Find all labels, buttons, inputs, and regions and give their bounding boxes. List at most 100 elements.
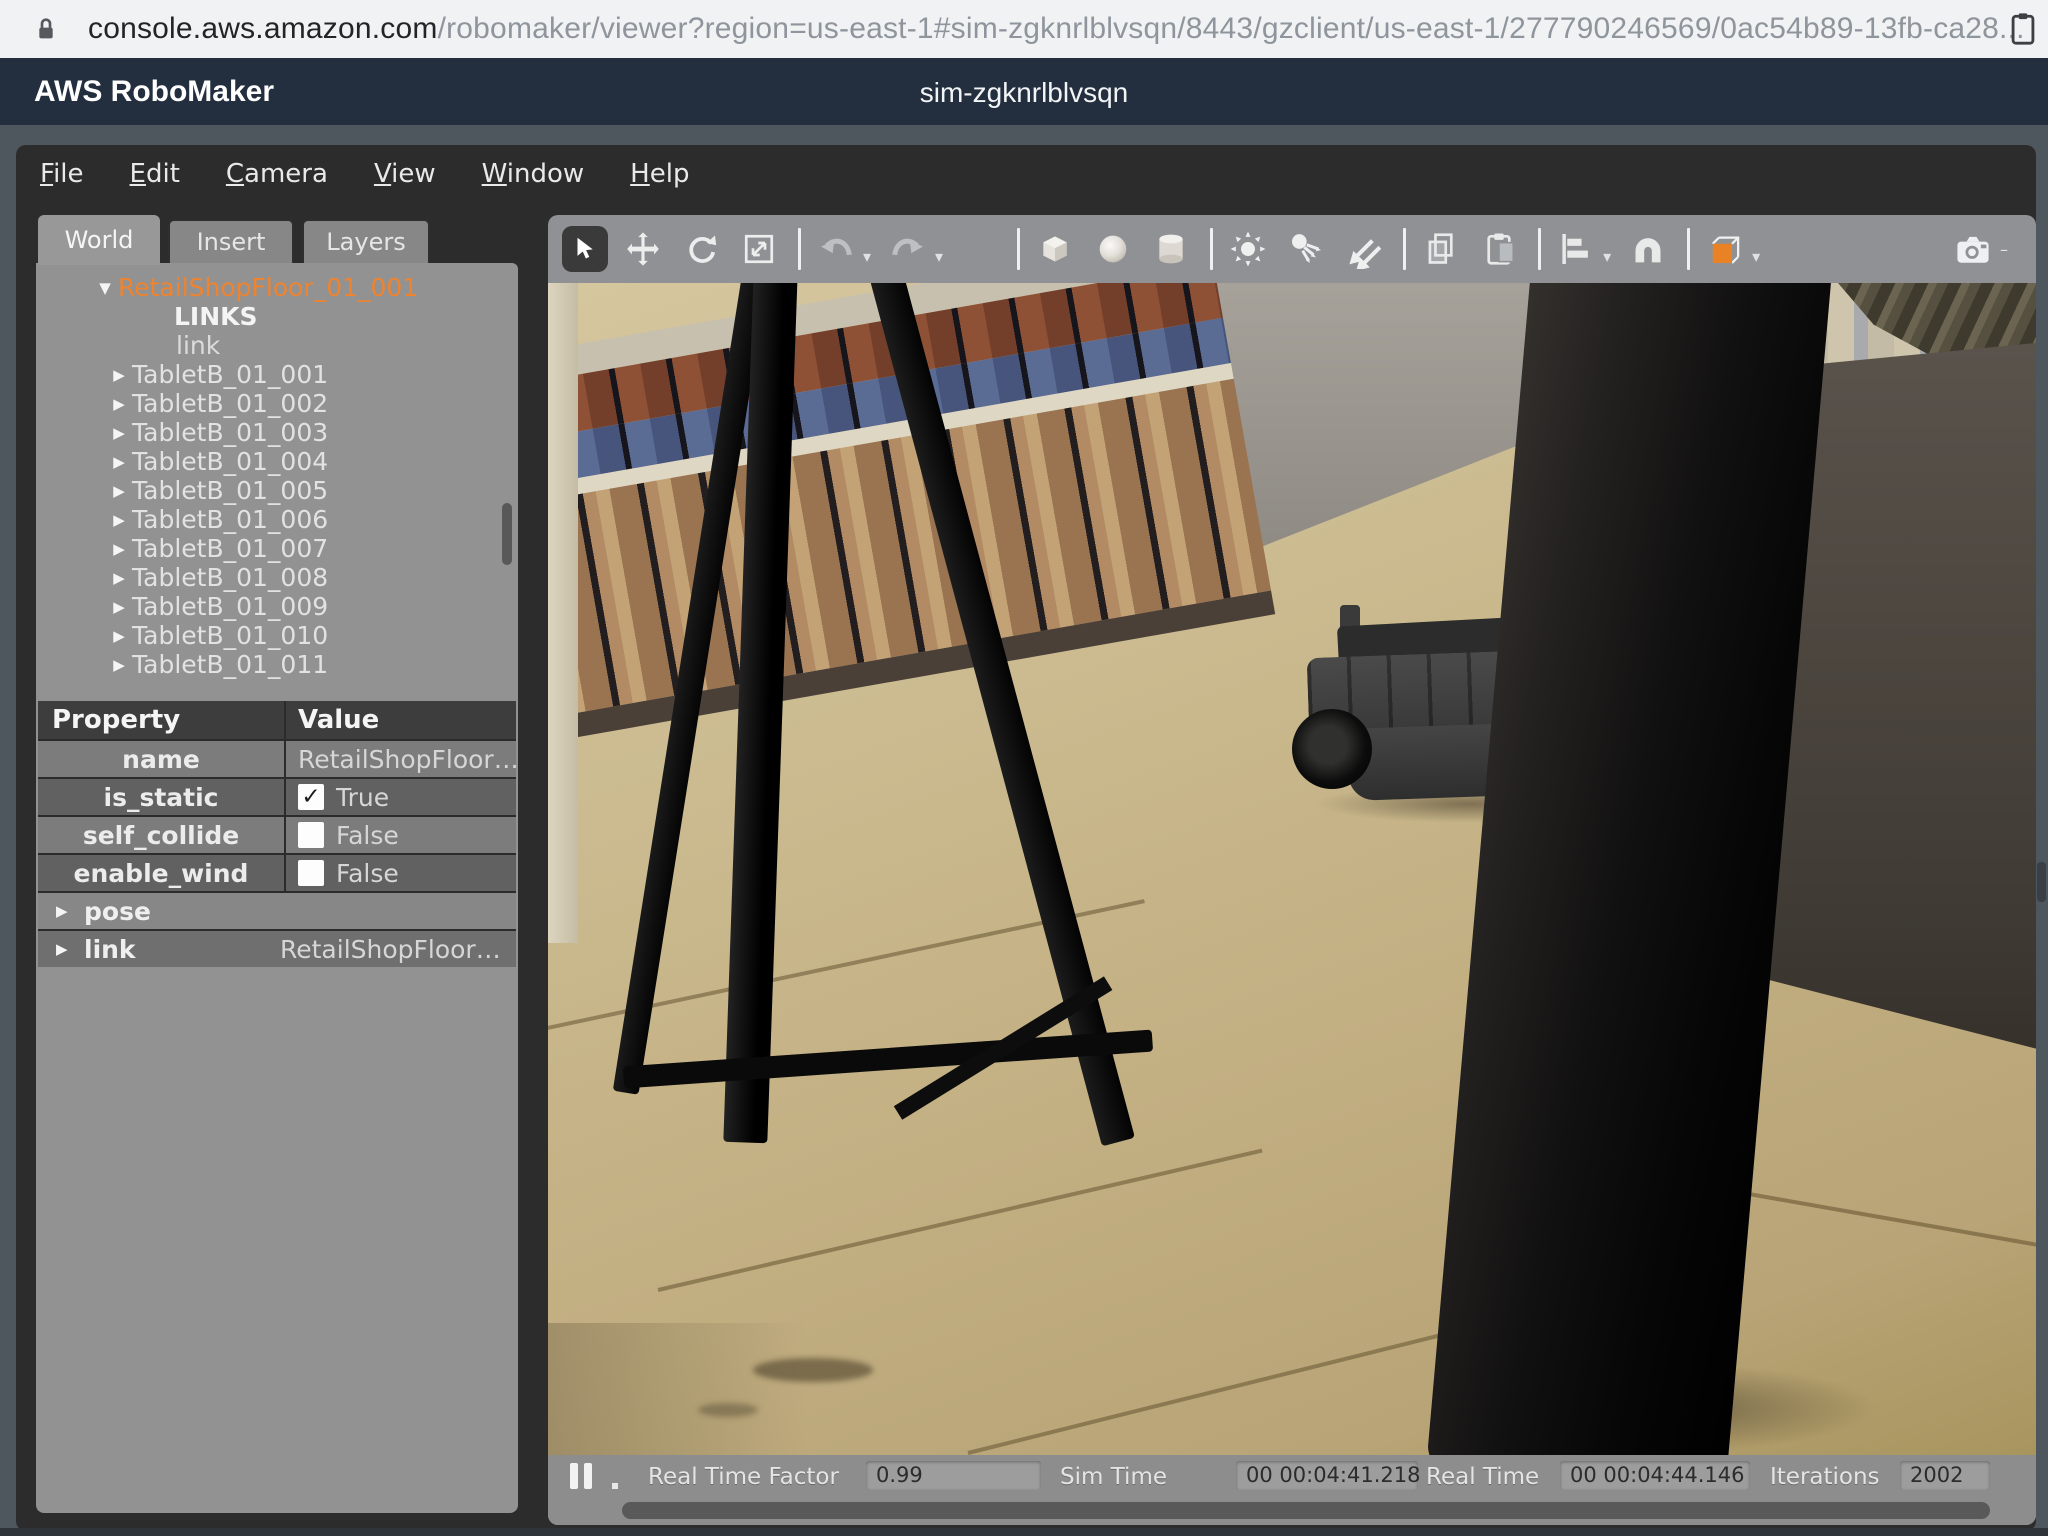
- clipboard-icon[interactable]: [2006, 10, 2040, 53]
- expand-arrow-icon[interactable]: ▶: [106, 453, 132, 471]
- tree-item-model[interactable]: ▶TabletB_01_002: [36, 389, 518, 418]
- undo-button[interactable]: [813, 226, 859, 272]
- scene-dark-column[interactable]: [1424, 283, 1833, 1455]
- floor-plank-seam: [658, 1149, 1263, 1292]
- value-column-header: Value: [286, 705, 516, 735]
- view-angle-dropdown-caret[interactable]: ▾: [1752, 247, 1760, 266]
- rtf-label: Real Time Factor: [648, 1464, 839, 1490]
- scale-tool-button[interactable]: [736, 226, 782, 272]
- align-tool-button[interactable]: [1553, 226, 1599, 272]
- tree-item-model[interactable]: ▶TabletB_01_001: [36, 360, 518, 389]
- redo-dropdown-caret[interactable]: ▾: [935, 247, 943, 266]
- tree-item-model[interactable]: ▶TabletB_01_011: [36, 650, 518, 679]
- menu-camera[interactable]: Camera: [226, 159, 328, 199]
- tab-layers[interactable]: Layers: [302, 219, 430, 263]
- tree-item-model[interactable]: ▶TabletB_01_009: [36, 592, 518, 621]
- real-time-value: 00 00:04:44.146: [1560, 1461, 1750, 1490]
- expand-arrow-icon[interactable]: ▶: [106, 627, 132, 645]
- menu-edit[interactable]: Edit: [130, 159, 180, 199]
- property-row-self-collide[interactable]: self_collide False: [38, 815, 516, 853]
- directional-light-button[interactable]: [1341, 226, 1387, 272]
- menu-help[interactable]: Help: [630, 159, 689, 199]
- tree-item-model[interactable]: ▶TabletB_01_005: [36, 476, 518, 505]
- property-row-enable-wind[interactable]: enable_wind False: [38, 853, 516, 891]
- page-scrollbar-thumb[interactable]: [2037, 862, 2046, 902]
- expand-arrow-icon[interactable]: ▶: [56, 940, 84, 958]
- url-text[interactable]: console.aws.amazon.com/robomaker/viewer?…: [88, 12, 2025, 46]
- floor-shadow: [548, 1323, 808, 1455]
- tree-item-root[interactable]: ▼RetailShopFloor_01_001: [36, 273, 518, 302]
- select-tool-button[interactable]: [562, 226, 608, 272]
- toolbar-separator: [798, 228, 801, 270]
- checkbox-checked[interactable]: ✓: [298, 784, 324, 810]
- expand-arrow-icon[interactable]: ▶: [106, 598, 132, 616]
- horizontal-scrollbar[interactable]: [548, 1497, 2036, 1525]
- step-button[interactable]: [612, 1483, 618, 1489]
- tree-item-model[interactable]: ▶TabletB_01_008: [36, 563, 518, 592]
- browser-url-bar[interactable]: console.aws.amazon.com/robomaker/viewer?…: [0, 0, 2048, 58]
- tree-scrollbar[interactable]: [502, 503, 512, 565]
- copy-button[interactable]: [1418, 226, 1464, 272]
- tree-item-model[interactable]: ▶TabletB_01_006: [36, 505, 518, 534]
- menu-view[interactable]: View: [374, 159, 436, 199]
- checkbox-unchecked[interactable]: [298, 860, 324, 886]
- gazebo-toolbar: ▾ ▾: [548, 215, 2036, 283]
- stool-crossbar[interactable]: [623, 1030, 1153, 1089]
- expand-arrow-icon[interactable]: ▶: [106, 482, 132, 500]
- rtf-value: 0.99: [866, 1461, 1041, 1490]
- insert-sphere-button[interactable]: [1090, 226, 1136, 272]
- insert-box-button[interactable]: [1032, 226, 1078, 272]
- property-row-link[interactable]: ▶linkRetailShopFloor…: [38, 929, 516, 967]
- expand-arrow-icon[interactable]: ▶: [106, 540, 132, 558]
- pause-button[interactable]: [570, 1463, 592, 1489]
- property-row-pose[interactable]: ▶pose: [38, 891, 516, 929]
- align-dropdown-caret[interactable]: ▾: [1603, 247, 1611, 266]
- expand-arrow-icon[interactable]: ▶: [106, 424, 132, 442]
- toolbar-separator: [1687, 228, 1690, 270]
- tree-item-link[interactable]: link: [36, 331, 518, 360]
- tree-item-model[interactable]: ▶TabletB_01_003: [36, 418, 518, 447]
- horizontal-scrollbar-thumb[interactable]: [622, 1502, 1990, 1519]
- screenshot-button[interactable]: [1950, 226, 1996, 272]
- gazebo-window: File Edit Camera View Window Help World …: [16, 145, 2036, 1531]
- expand-arrow-icon[interactable]: ▶: [56, 902, 84, 920]
- expand-arrow-icon[interactable]: ▶: [106, 511, 132, 529]
- lock-icon: [30, 13, 62, 50]
- view-angle-button[interactable]: [1702, 226, 1748, 272]
- toolbar-separator: [1210, 228, 1213, 270]
- expand-arrow-icon[interactable]: ▶: [106, 569, 132, 587]
- tree-item-model[interactable]: ▶TabletB_01_007: [36, 534, 518, 563]
- redo-button[interactable]: [885, 226, 931, 272]
- point-light-button[interactable]: [1225, 226, 1271, 272]
- sim-time-value: 00 00:04:41.218: [1236, 1461, 1418, 1490]
- menu-file[interactable]: File: [40, 159, 84, 199]
- insert-cylinder-button[interactable]: [1148, 226, 1194, 272]
- snap-tool-button[interactable]: [1625, 226, 1671, 272]
- checkbox-unchecked[interactable]: [298, 822, 324, 848]
- property-row-name[interactable]: name RetailShopFloor…: [38, 739, 516, 777]
- app-header: AWS RoboMaker sim-zgknrlblvsqn: [0, 58, 2048, 125]
- paste-button[interactable]: [1476, 226, 1522, 272]
- expand-arrow-icon[interactable]: ▶: [106, 395, 132, 413]
- rotate-tool-button[interactable]: [678, 226, 724, 272]
- tree-item-model[interactable]: ▶TabletB_01_010: [36, 621, 518, 650]
- simulation-title: sim-zgknrlblvsqn: [0, 77, 2048, 109]
- scene-pillar: [548, 283, 578, 943]
- menu-window[interactable]: Window: [482, 159, 585, 199]
- property-row-is-static[interactable]: is_static ✓True: [38, 777, 516, 815]
- undo-dropdown-caret[interactable]: ▾: [863, 247, 871, 266]
- expand-arrow-icon[interactable]: ▶: [106, 656, 132, 674]
- translate-tool-button[interactable]: [620, 226, 666, 272]
- tab-insert[interactable]: Insert: [168, 219, 294, 263]
- collapse-arrow-icon[interactable]: ▼: [92, 279, 118, 297]
- expand-arrow-icon[interactable]: ▶: [106, 366, 132, 384]
- toolbar-separator: [1538, 228, 1541, 270]
- tree-item-model[interactable]: ▶TabletB_01_004: [36, 447, 518, 476]
- url-domain: console.aws.amazon.com: [88, 12, 438, 45]
- 3d-scene[interactable]: [548, 283, 2036, 1455]
- floor-plank-seam: [968, 1330, 1454, 1455]
- toolbar-more-dash-icon[interactable]: –: [2000, 240, 2008, 259]
- floor-smudge: [753, 1358, 873, 1382]
- spot-light-button[interactable]: [1283, 226, 1329, 272]
- tab-world[interactable]: World: [38, 215, 160, 265]
